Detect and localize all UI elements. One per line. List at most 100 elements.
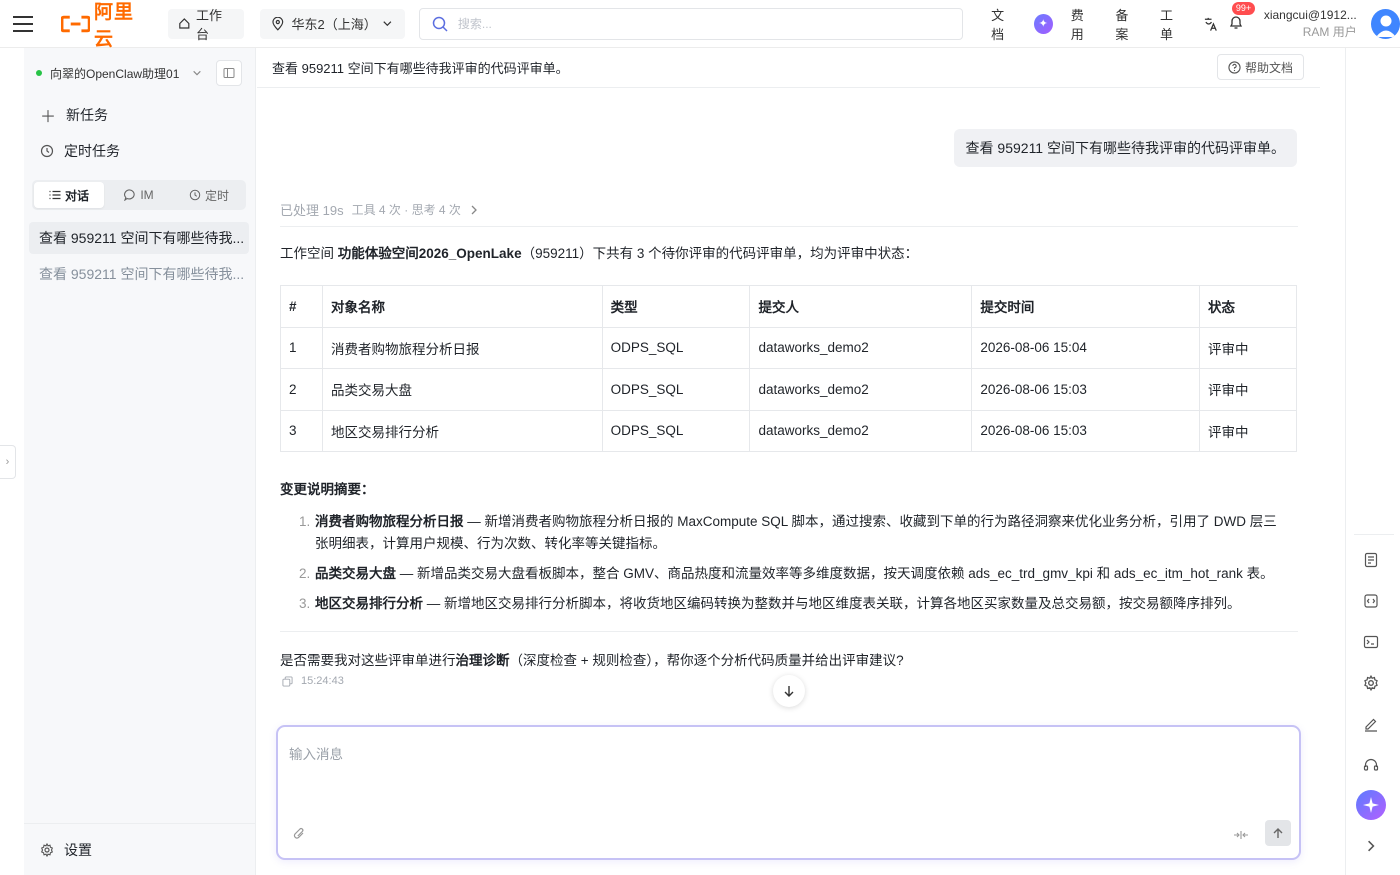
avatar[interactable] bbox=[1370, 8, 1400, 39]
aliyun-logo[interactable]: 阿里云 bbox=[60, 0, 153, 51]
collapse-icon[interactable] bbox=[1233, 830, 1249, 840]
scroll-to-bottom-button[interactable] bbox=[773, 675, 805, 707]
list-item: 1. 消费者购物旅程分析日报 — 新增消费者购物旅程分析日报的 MaxComput… bbox=[280, 511, 1290, 555]
tab-scheduled-label: 定时 bbox=[204, 188, 229, 203]
code-review-icon[interactable] bbox=[1359, 589, 1383, 613]
help-docs-button[interactable]: 帮助文档 bbox=[1216, 54, 1304, 80]
menu-icon[interactable] bbox=[0, 0, 47, 48]
workbench-label: 工作台 bbox=[195, 7, 222, 42]
message-timestamp: 15:24:43 bbox=[301, 675, 344, 687]
table-cell: 地区交易排行分析 bbox=[321, 409, 603, 452]
table-header-row: # 对象名称 类型 提交人 提交时间 状态 bbox=[280, 285, 1297, 328]
home-icon bbox=[179, 18, 190, 29]
divider bbox=[1354, 534, 1394, 535]
sidebar-tabs: 对话 IM 定时 bbox=[32, 180, 246, 210]
gear-icon[interactable] bbox=[1359, 671, 1383, 695]
message-composer bbox=[276, 725, 1301, 860]
column-header: 类型 bbox=[601, 285, 751, 328]
table-cell: dataworks_demo2 bbox=[749, 326, 973, 369]
column-header: 提交人 bbox=[749, 285, 973, 328]
table-cell: 2026-08-06 15:03 bbox=[971, 368, 1201, 411]
scheduled-task-button[interactable]: 定时任务 bbox=[40, 139, 120, 163]
list-item: 2. 品类交易大盘 — 新增品类交易大盘看板脚本，整合 GMV、商品热度和流量效率… bbox=[280, 563, 1290, 585]
chevron-right-icon[interactable] bbox=[1359, 834, 1383, 858]
expand-left-panel-button[interactable]: › bbox=[0, 445, 16, 479]
workbench-button[interactable]: 工作台 bbox=[168, 8, 244, 42]
notes-icon[interactable] bbox=[1359, 548, 1383, 572]
top-links: 文档 ✦ 费用 备案 工单 99+ bbox=[981, 2, 1256, 43]
chat-bubble-icon bbox=[124, 189, 136, 201]
table-cell: 评审中 bbox=[1199, 368, 1297, 411]
chevron-down-icon bbox=[383, 21, 392, 27]
notification-button[interactable]: 99+ bbox=[1228, 2, 1256, 33]
region-selector[interactable]: 华东2（上海） bbox=[259, 8, 405, 39]
question-bold: 治理诊断 bbox=[455, 653, 510, 668]
table-cell: 评审中 bbox=[1199, 326, 1297, 369]
table-row: 2 品类交易大盘 ODPS_SQL dataworks_demo2 2026-0… bbox=[280, 368, 1297, 411]
column-header: 状态 bbox=[1199, 285, 1297, 328]
table-row: 1 消费者购物旅程分析日报 ODPS_SQL dataworks_demo2 2… bbox=[280, 326, 1297, 369]
search-input[interactable] bbox=[457, 16, 938, 31]
settings-button[interactable]: 设置 bbox=[24, 823, 255, 875]
notification-badge: 99+ bbox=[1231, 2, 1256, 15]
user-info[interactable]: xiangcui@1912... RAM 用户 bbox=[1264, 7, 1357, 41]
agent-name: 向翠的OpenClaw助理01 bbox=[50, 66, 180, 81]
review-table: # 对象名称 类型 提交人 提交时间 状态 1 消费者购物旅程分析日报 ODPS… bbox=[280, 285, 1297, 452]
column-header: 对象名称 bbox=[321, 285, 603, 328]
sidebar-panel-icon bbox=[223, 68, 235, 78]
user-avatar-icon bbox=[1375, 15, 1396, 37]
tab-conversation[interactable]: 对话 bbox=[34, 182, 104, 208]
tab-im[interactable]: IM bbox=[104, 182, 174, 208]
icp-link[interactable]: 备案 bbox=[1105, 5, 1150, 43]
docs-link[interactable]: 文档 bbox=[981, 5, 1026, 43]
new-task-label: 新任务 bbox=[66, 107, 109, 123]
top-bar: 阿里云 工作台 华东2（上海） 文档 ✦ 费用 备案 工单 99+ xiangc… bbox=[0, 0, 1400, 51]
clock-icon bbox=[189, 189, 201, 201]
collapse-sidebar-button[interactable] bbox=[216, 60, 242, 86]
ticket-link[interactable]: 工单 bbox=[1150, 5, 1195, 43]
table-cell: ODPS_SQL bbox=[601, 409, 751, 452]
ai-assistant-icon[interactable] bbox=[1356, 790, 1386, 820]
online-status-dot bbox=[36, 70, 42, 76]
paperclip-icon[interactable] bbox=[292, 826, 306, 842]
tab-conversation-label: 对话 bbox=[64, 188, 89, 203]
process-summary[interactable]: 已处理 19s 工具 4 次 · 思考 4 次 bbox=[280, 200, 479, 219]
search-icon bbox=[432, 16, 448, 32]
headset-icon[interactable] bbox=[1359, 753, 1383, 777]
table-cell: 2026-08-06 15:03 bbox=[971, 409, 1201, 452]
intro-prefix: 工作空间 bbox=[280, 246, 338, 261]
billing-link[interactable]: 费用 bbox=[1061, 5, 1106, 43]
sidebar: 向翠的OpenClaw助理01 ＋ 新任务 定时任务 对话 IM 定时 查看 9… bbox=[24, 48, 256, 875]
terminal-icon[interactable] bbox=[1359, 630, 1383, 654]
list-number: 1. bbox=[299, 514, 311, 529]
help-docs-label: 帮助文档 bbox=[1244, 60, 1293, 75]
copy-icon[interactable] bbox=[282, 675, 293, 687]
processed-time: 已处理 19s bbox=[280, 203, 344, 218]
message-input[interactable] bbox=[289, 743, 1279, 803]
bell-icon bbox=[1229, 16, 1242, 29]
table-cell: 消费者购物旅程分析日报 bbox=[321, 326, 603, 369]
conversation-item[interactable]: 查看 959211 空间下有哪些待我... bbox=[29, 258, 249, 290]
search-box[interactable] bbox=[418, 7, 964, 40]
question-prefix: 是否需要我对这些评审单进行 bbox=[280, 653, 456, 668]
intro-suffix: （959211）下共有 3 个待你评审的代码评审单，均为评审中状态： bbox=[521, 246, 919, 261]
arrow-down-icon bbox=[784, 686, 794, 697]
item-name: 消费者购物旅程分析日报 bbox=[315, 514, 464, 529]
new-task-button[interactable]: ＋ 新任务 bbox=[40, 103, 108, 127]
right-rail bbox=[1345, 48, 1400, 875]
agent-selector[interactable]: 向翠的OpenClaw助理01 bbox=[36, 60, 242, 86]
table-cell: 2026-08-06 15:04 bbox=[971, 326, 1201, 369]
send-button[interactable] bbox=[1265, 820, 1291, 846]
ai-assistant-icon[interactable]: ✦ bbox=[1033, 13, 1053, 34]
tab-scheduled[interactable]: 定时 bbox=[174, 182, 244, 208]
translate-icon[interactable] bbox=[1203, 16, 1218, 32]
processed-detail: 工具 4 次 · 思考 4 次 bbox=[351, 203, 461, 217]
edit-icon[interactable] bbox=[1359, 712, 1383, 736]
conversation-item[interactable]: 查看 959211 空间下有哪些待我... bbox=[29, 222, 249, 254]
workspace-name: 功能体验空间2026_OpenLake bbox=[337, 246, 522, 261]
chat-main: 查看 959211 空间下有哪些待我评审的代码评审单。 帮助文档 查看 9592… bbox=[257, 48, 1320, 875]
table-cell: dataworks_demo2 bbox=[749, 409, 973, 452]
list-number: 2. bbox=[299, 566, 311, 581]
location-icon bbox=[272, 16, 284, 31]
item-description: — 新增地区交易排行分析脚本，将收货地区编码转换为整数并与地区维度表关联，计算各… bbox=[423, 596, 1241, 611]
